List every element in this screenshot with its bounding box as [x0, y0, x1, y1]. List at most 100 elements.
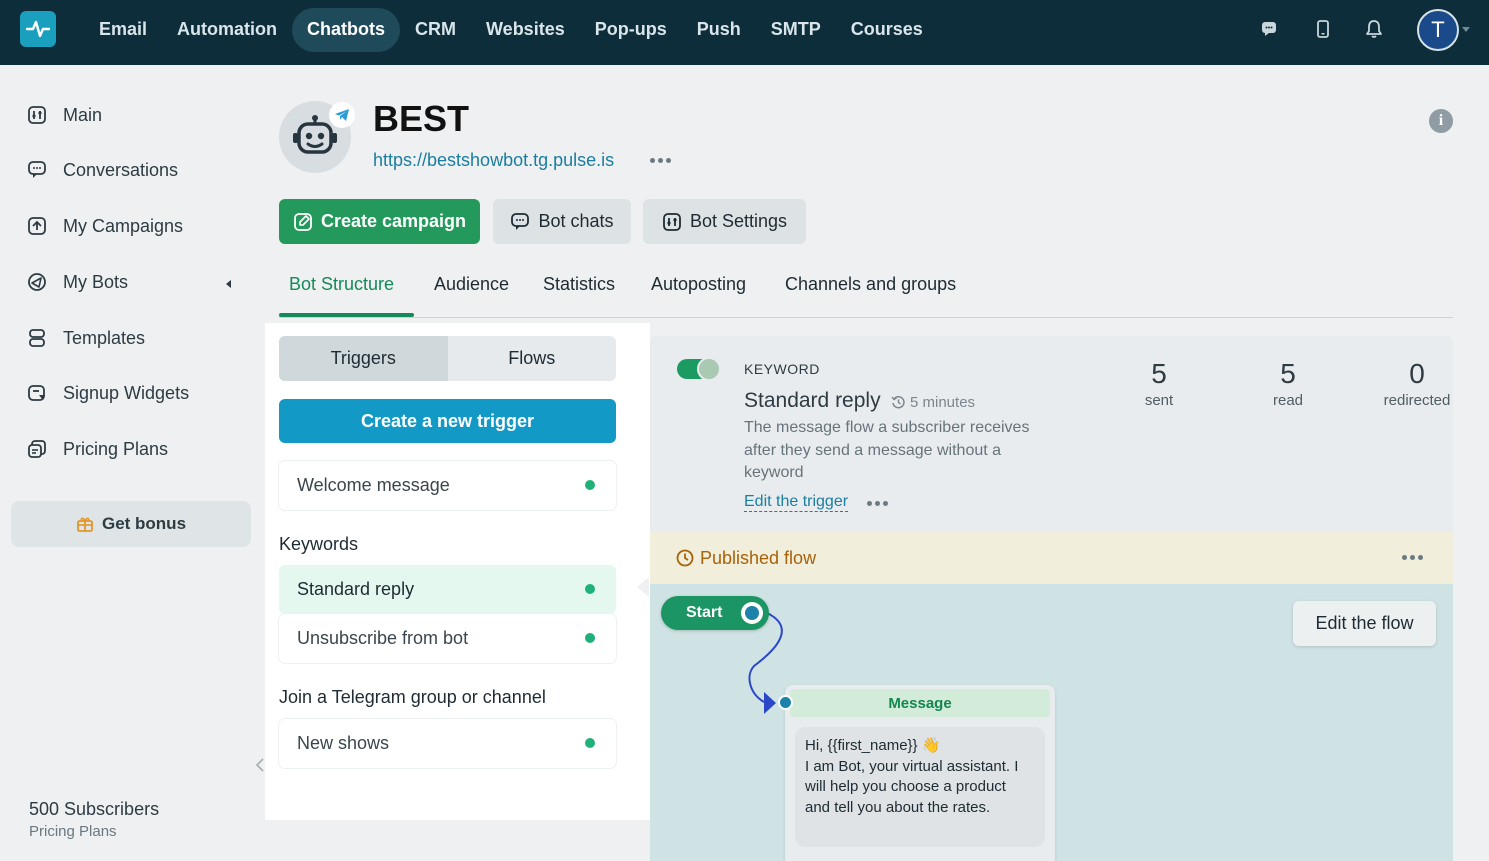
history-clock-icon	[891, 395, 906, 410]
sidebar-item-conversations[interactable]: Conversations	[26, 155, 178, 185]
chat-icon	[26, 159, 48, 181]
telegram-icon	[329, 102, 355, 128]
sidebar-item-label: Main	[63, 104, 103, 125]
edit-trigger-link[interactable]: Edit the trigger	[744, 493, 849, 512]
trigger-welcome-message[interactable]: Welcome message	[279, 461, 616, 510]
trigger-standard-reply[interactable]: Standard reply	[279, 565, 616, 614]
nav-courses[interactable]: Courses	[836, 8, 938, 52]
tab-autoposting[interactable]: Autoposting	[651, 274, 746, 295]
tab-channels-and-groups[interactable]: Channels and groups	[785, 274, 956, 295]
user-avatar[interactable]: T	[1417, 9, 1459, 51]
nav-push[interactable]: Push	[682, 8, 756, 52]
campaign-icon	[26, 215, 48, 237]
start-node-label: Start	[686, 604, 723, 621]
templates-icon	[26, 327, 48, 349]
active-status-dot	[585, 584, 595, 594]
bot-settings-button[interactable]: Bot Settings	[643, 199, 806, 244]
trigger-unsubscribe[interactable]: Unsubscribe from bot	[279, 614, 616, 663]
nav-chatbots[interactable]: Chatbots	[292, 8, 401, 52]
sidebar-item-signup-widgets[interactable]: Signup Widgets	[26, 378, 189, 408]
bot-settings-label: Bot Settings	[689, 211, 788, 231]
create-trigger-button[interactable]: Create a new trigger	[279, 399, 616, 443]
clock-icon	[676, 549, 694, 567]
mobile-icon[interactable]	[1312, 18, 1334, 40]
pricing-plans-link[interactable]: Pricing Plans	[29, 823, 117, 840]
output-port[interactable]	[741, 602, 763, 624]
sidebar-item-label: Signup Widgets	[63, 382, 190, 403]
pulse-logo-icon[interactable]	[20, 11, 56, 47]
join-group-heading: Join a Telegram group or channel	[279, 687, 546, 707]
chat-icon[interactable]	[1258, 18, 1280, 40]
sidebar-item-main[interactable]: Main	[26, 100, 102, 130]
sidebar-item-templates[interactable]: Templates	[26, 323, 145, 353]
create-campaign-button[interactable]: Create campaign	[279, 199, 480, 244]
more-options-icon[interactable]	[1402, 555, 1423, 560]
nav-automation[interactable]: Automation	[162, 8, 292, 52]
published-flow-bar: Published flow	[650, 532, 1453, 584]
stat-label: sent	[1144, 392, 1174, 409]
chat-icon	[510, 212, 530, 232]
chevron-left-icon[interactable]	[226, 280, 231, 288]
gift-icon	[76, 515, 94, 533]
bell-icon[interactable]	[1363, 18, 1385, 40]
sidebar-item-label: My Campaigns	[63, 215, 184, 236]
collapse-sidebar-icon[interactable]	[255, 757, 265, 773]
edit-campaign-icon	[293, 212, 313, 232]
nav-popups[interactable]: Pop-ups	[580, 8, 682, 52]
published-flow-label: Published flow	[700, 547, 817, 568]
stat-value: 5	[1151, 358, 1167, 389]
tab-triggers[interactable]: Triggers	[279, 336, 448, 381]
sidebar-item-my-bots[interactable]: My Bots	[26, 267, 128, 297]
widget-icon	[26, 382, 48, 404]
edit-flow-button[interactable]: Edit the flow	[1293, 601, 1436, 646]
trigger-new-shows[interactable]: New shows	[279, 719, 616, 768]
trigger-label: Unsubscribe from bot	[297, 628, 469, 648]
nav-websites[interactable]: Websites	[471, 8, 580, 52]
bot-url-link[interactable]: https://bestshowbot.tg.pulse.is	[373, 150, 614, 171]
nav-crm[interactable]: CRM	[400, 8, 471, 52]
sidebar-item-label: My Bots	[63, 271, 129, 292]
bot-icon	[26, 271, 48, 293]
info-icon[interactable]: i	[1429, 109, 1453, 133]
bot-chats-button[interactable]: Bot chats	[493, 199, 631, 244]
active-status-dot	[585, 480, 595, 490]
trigger-label: New shows	[297, 733, 390, 753]
subscriber-count: 500 Subscribers	[29, 799, 160, 819]
keywords-heading: Keywords	[279, 534, 359, 554]
stat-value: 5	[1280, 358, 1296, 389]
stat-label: read	[1272, 392, 1304, 409]
top-navigation: Email Automation Chatbots CRM Websites P…	[0, 0, 1489, 65]
toggle-knob	[697, 357, 721, 381]
tab-audience[interactable]: Audience	[434, 274, 509, 295]
tab-flows[interactable]: Flows	[448, 336, 617, 381]
more-options-icon[interactable]	[650, 158, 671, 163]
nav-smtp[interactable]: SMTP	[756, 8, 836, 52]
chevron-down-icon[interactable]	[1462, 27, 1470, 32]
get-bonus-button[interactable]: Get bonus	[11, 501, 251, 547]
create-campaign-label: Create campaign	[320, 211, 467, 231]
message-node[interactable]: Message Hi, {{first_name}} 👋 I am Bot, y…	[778, 685, 1055, 861]
tab-bot-structure[interactable]: Bot Structure	[289, 274, 394, 295]
sidebar-item-label: Pricing Plans	[63, 438, 169, 459]
sidebar-item-my-campaigns[interactable]: My Campaigns	[26, 211, 183, 241]
stat-label: redirected	[1383, 392, 1451, 409]
trigger-label: Standard reply	[297, 579, 415, 599]
sidebar: Main Conversations My Campaigns My Bots …	[0, 65, 265, 861]
stat-sent: 5 sent	[1099, 358, 1219, 409]
stat-value: 0	[1409, 358, 1425, 389]
dashboard-icon	[26, 104, 48, 126]
stat-read: 5 read	[1228, 358, 1348, 409]
input-port[interactable]	[778, 695, 793, 710]
bot-tabs: Bot Structure Audience Statistics Autopo…	[279, 270, 1453, 318]
sidebar-item-pricing-plans[interactable]: Pricing Plans	[26, 434, 168, 464]
trigger-toggle[interactable]	[677, 357, 721, 381]
pricing-icon	[26, 438, 48, 460]
settings-sliders-icon	[662, 212, 682, 232]
stat-redirected: 0 redirected	[1357, 358, 1453, 409]
nav-email[interactable]: Email	[84, 8, 162, 52]
sidebar-item-label: Conversations	[63, 159, 179, 180]
more-options-icon[interactable]	[867, 501, 888, 506]
flow-canvas[interactable]: Start Edit the flow Message Hi, {{first_…	[650, 584, 1453, 861]
tab-statistics[interactable]: Statistics	[543, 274, 615, 295]
start-node[interactable]: Start	[661, 596, 769, 630]
